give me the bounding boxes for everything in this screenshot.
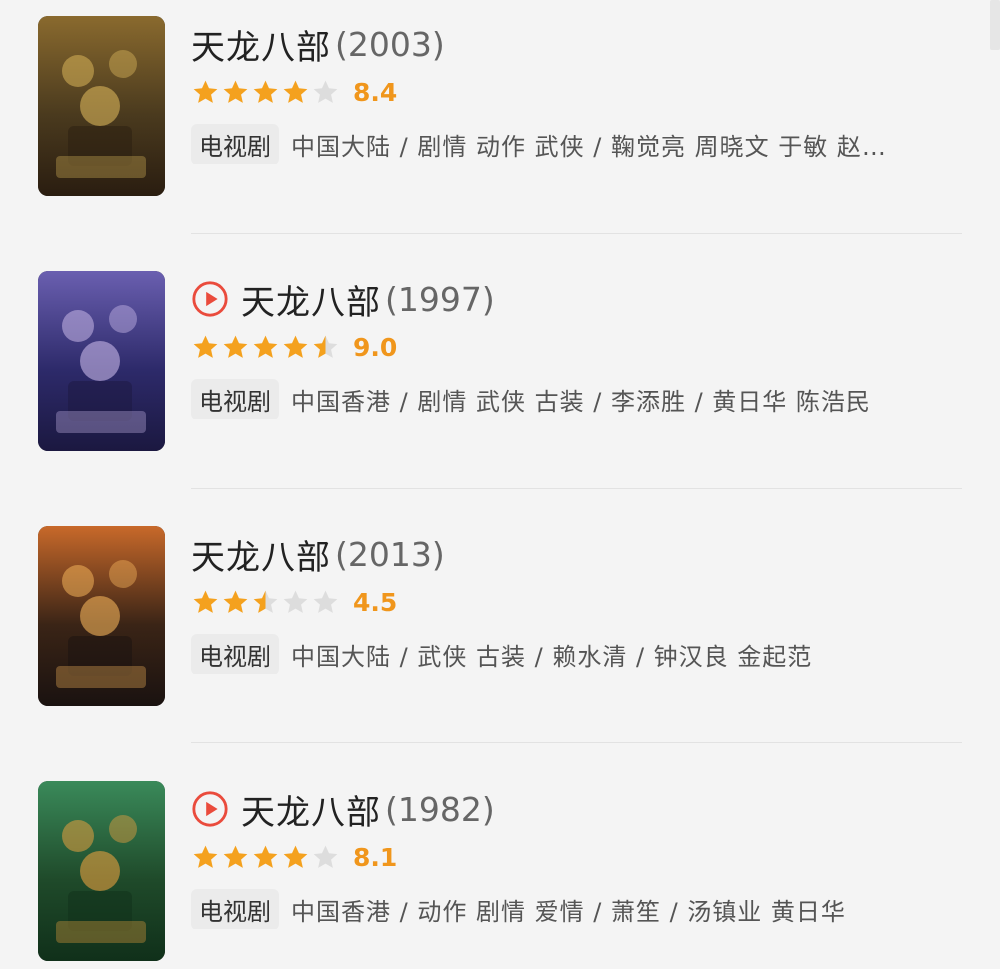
poster-image[interactable] <box>38 16 165 196</box>
star-icon <box>313 845 338 868</box>
poster-image[interactable] <box>38 526 165 706</box>
star-icon <box>283 590 308 613</box>
star-icon <box>253 845 278 868</box>
category-tag: 电视剧 <box>191 634 279 674</box>
item-content: 天龙八部 (2003) 8.4 电视剧 中国大陆 / 剧情 动作 武侠 / 鞠觉亮 周晓… <box>191 16 961 164</box>
star-icon <box>283 335 308 358</box>
star-icon <box>253 335 278 358</box>
rating-score: 4.5 <box>353 587 398 617</box>
poster-image[interactable] <box>38 271 165 451</box>
star-icon <box>313 335 338 358</box>
star-icon <box>193 845 218 868</box>
item-title[interactable]: 天龙八部 <box>241 785 381 834</box>
rating-row: 4.5 <box>191 584 961 620</box>
item-meta: 中国香港 / 动作 剧情 爱情 / 萧笙 / 汤镇业 黄日华 <box>291 897 846 926</box>
play-icon[interactable] <box>191 280 229 318</box>
item-year: (2013) <box>335 534 445 574</box>
item-year: (1982) <box>385 789 495 829</box>
play-icon[interactable] <box>191 790 229 828</box>
star-icon <box>223 845 248 868</box>
list-item[interactable]: 天龙八部 (2003) 8.4 电视剧 中国大陆 / 剧情 动作 武侠 / 鞠觉亮 周晓… <box>38 16 962 198</box>
star-icon <box>223 590 248 613</box>
title-row: 天龙八部 (2003) <box>191 16 961 72</box>
star-icon <box>253 590 278 613</box>
rating-row: 9.0 <box>191 329 961 365</box>
item-title[interactable]: 天龙八部 <box>191 530 331 579</box>
poster-image[interactable] <box>38 781 165 961</box>
item-meta: 中国香港 / 剧情 武侠 古装 / 李添胜 / 黄日华 陈浩民 <box>291 387 871 416</box>
item-content: 天龙八部 (2013) 4.5 电视剧 中国大陆 / 武侠 古装 / 赖水清 / 钟汉良… <box>191 526 961 674</box>
title-row: 天龙八部 (1997) <box>191 271 961 327</box>
scrollbar[interactable] <box>990 0 1000 50</box>
star-icon <box>283 845 308 868</box>
star-icon <box>253 80 278 103</box>
info-row: 电视剧 中国大陆 / 武侠 古装 / 赖水清 / 钟汉良 金起范 <box>191 634 961 674</box>
star-icon <box>193 590 218 613</box>
star-icon <box>193 80 218 103</box>
star-rating <box>191 588 341 617</box>
list-item[interactable]: 天龙八部 (2013) 4.5 电视剧 中国大陆 / 武侠 古装 / 赖水清 / 钟汉良… <box>38 526 962 708</box>
item-title[interactable]: 天龙八部 <box>241 275 381 324</box>
rating-score: 8.4 <box>353 77 398 107</box>
title-row: 天龙八部 (1982) <box>191 781 961 837</box>
star-icon <box>223 335 248 358</box>
divider <box>191 488 962 489</box>
star-icon <box>223 80 248 103</box>
category-tag: 电视剧 <box>191 379 279 419</box>
item-meta: 中国大陆 / 剧情 动作 武侠 / 鞠觉亮 周晓文 于敏 赵… <box>291 132 887 161</box>
divider <box>191 742 962 743</box>
star-rating <box>191 333 341 362</box>
list-item[interactable]: 天龙八部 (1997) 9.0 电视剧 中国香港 / 剧情 武侠 古装 / 李添胜 / … <box>38 271 962 453</box>
star-icon <box>283 80 308 103</box>
title-row: 天龙八部 (2013) <box>191 526 961 582</box>
star-icon <box>313 80 338 103</box>
rating-score: 8.1 <box>353 842 398 872</box>
info-row: 电视剧 中国香港 / 动作 剧情 爱情 / 萧笙 / 汤镇业 黄日华 <box>191 889 961 929</box>
category-tag: 电视剧 <box>191 889 279 929</box>
item-year: (1997) <box>385 279 495 319</box>
rating-row: 8.4 <box>191 74 961 110</box>
item-meta: 中国大陆 / 武侠 古装 / 赖水清 / 钟汉良 金起范 <box>291 642 813 671</box>
star-icon <box>193 335 218 358</box>
info-row: 电视剧 中国大陆 / 剧情 动作 武侠 / 鞠觉亮 周晓文 于敏 赵… <box>191 124 961 164</box>
info-row: 电视剧 中国香港 / 剧情 武侠 古装 / 李添胜 / 黄日华 陈浩民 <box>191 379 961 419</box>
divider <box>191 233 962 234</box>
rating-row: 8.1 <box>191 839 961 875</box>
category-tag: 电视剧 <box>191 124 279 164</box>
item-year: (2003) <box>335 24 445 64</box>
star-rating <box>191 843 341 872</box>
item-content: 天龙八部 (1997) 9.0 电视剧 中国香港 / 剧情 武侠 古装 / 李添胜 / … <box>191 271 961 419</box>
item-title[interactable]: 天龙八部 <box>191 20 331 69</box>
item-content: 天龙八部 (1982) 8.1 电视剧 中国香港 / 动作 剧情 爱情 / 萧笙 / 汤… <box>191 781 961 929</box>
star-rating <box>191 78 341 107</box>
list-item[interactable]: 天龙八部 (1982) 8.1 电视剧 中国香港 / 动作 剧情 爱情 / 萧笙 / 汤… <box>38 781 962 963</box>
search-result-list: 天龙八部 (2003) 8.4 电视剧 中国大陆 / 剧情 动作 武侠 / 鞠觉亮 周晓… <box>0 0 1000 969</box>
rating-score: 9.0 <box>353 332 398 362</box>
star-icon <box>313 590 338 613</box>
